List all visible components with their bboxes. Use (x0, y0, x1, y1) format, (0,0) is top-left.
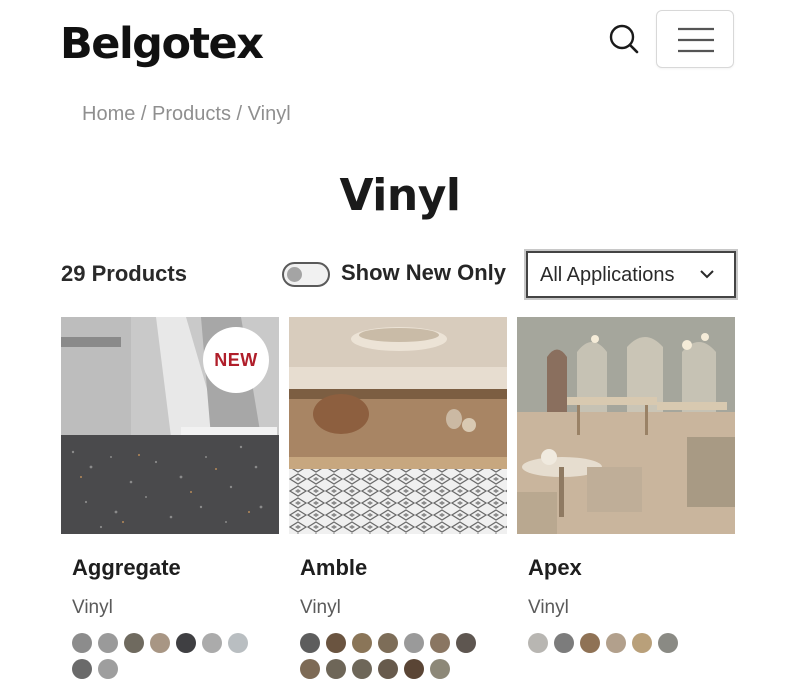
product-type: Vinyl (72, 597, 113, 618)
product-image-apex[interactable] (517, 317, 735, 534)
color-swatch[interactable] (404, 633, 424, 653)
chevron-down-icon (700, 270, 714, 279)
breadcrumb-products[interactable]: Products (152, 103, 231, 125)
color-swatch[interactable] (150, 633, 170, 653)
site-header: Belgotex (0, 0, 800, 90)
color-swatch[interactable] (430, 659, 450, 679)
new-badge: NEW (203, 327, 269, 393)
product-name[interactable]: Aggregate (72, 555, 181, 581)
color-swatch[interactable] (300, 633, 320, 653)
product-count: 29 Products (61, 261, 187, 286)
color-swatch[interactable] (326, 659, 346, 679)
color-swatch[interactable] (98, 633, 118, 653)
color-swatch[interactable] (378, 659, 398, 679)
color-swatch[interactable] (352, 633, 372, 653)
menu-button[interactable] (656, 10, 734, 68)
show-new-toggle[interactable] (282, 262, 330, 287)
brand-logo[interactable]: Belgotex (60, 16, 264, 72)
applications-select[interactable]: All Applications (524, 249, 738, 300)
color-swatch[interactable] (98, 659, 118, 679)
product-type: Vinyl (528, 597, 569, 618)
product-card-aggregate[interactable]: NEW Aggregate Vinyl (61, 317, 279, 693)
product-image-aggregate[interactable]: NEW (61, 317, 279, 534)
color-swatch[interactable] (632, 633, 652, 653)
search-button[interactable] (604, 20, 644, 60)
breadcrumb-home[interactable]: Home (82, 103, 135, 125)
breadcrumb-current: Vinyl (247, 103, 291, 125)
hamburger-icon (678, 27, 714, 53)
color-swatch[interactable] (228, 633, 248, 653)
color-swatch[interactable] (378, 633, 398, 653)
color-swatch[interactable] (580, 633, 600, 653)
applications-select-value: All Applications (540, 264, 675, 286)
toggle-knob (287, 267, 302, 282)
color-swatch[interactable] (658, 633, 678, 653)
color-swatch[interactable] (300, 659, 320, 679)
color-swatch[interactable] (176, 633, 196, 653)
show-new-label[interactable]: Show New Only (341, 260, 506, 286)
breadcrumb: Home / Products / Vinyl (82, 103, 291, 126)
color-swatch[interactable] (72, 659, 92, 679)
product-name[interactable]: Amble (300, 555, 367, 581)
color-swatch[interactable] (554, 633, 574, 653)
color-swatch[interactable] (404, 659, 424, 679)
product-card-amble[interactable]: Amble Vinyl (289, 317, 507, 693)
breadcrumb-separator: / (236, 103, 243, 125)
color-swatch[interactable] (124, 633, 144, 653)
color-swatch[interactable] (528, 633, 548, 653)
page-title: Vinyl (339, 170, 461, 221)
product-card-apex[interactable]: Apex Vinyl (517, 317, 735, 693)
product-type: Vinyl (300, 597, 341, 618)
color-swatch[interactable] (606, 633, 626, 653)
color-swatch[interactable] (202, 633, 222, 653)
product-image-amble[interactable] (289, 317, 507, 534)
color-swatch[interactable] (430, 633, 450, 653)
color-swatch[interactable] (352, 659, 372, 679)
color-swatch[interactable] (72, 633, 92, 653)
color-swatch[interactable] (456, 633, 476, 653)
color-swatch[interactable] (326, 633, 346, 653)
breadcrumb-separator: / (140, 103, 147, 125)
product-name[interactable]: Apex (528, 555, 582, 581)
search-icon (609, 24, 639, 54)
